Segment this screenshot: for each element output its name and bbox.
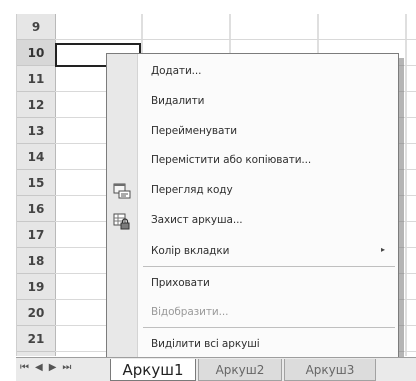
menu-item-label: Видалити: [151, 95, 205, 107]
menu-item-delete[interactable]: Видалити: [107, 90, 398, 114]
row-header-17[interactable]: 17: [17, 222, 55, 248]
menu-item-insert[interactable]: Додати...: [107, 60, 398, 84]
menu-item-tab-color[interactable]: Колір вкладки ▸: [107, 240, 398, 264]
spreadsheet-window: 9 10 11 12 13 14 15 16 17 18 19 20 21 До…: [0, 0, 416, 381]
tab-navigation: ⏮ ◀ ▶ ⏭: [20, 362, 71, 373]
menu-item-label: Перегляд коду: [151, 184, 233, 196]
menu-item-label: Захист аркуша...: [151, 214, 243, 226]
tab-sheet1[interactable]: Аркуш1: [110, 359, 196, 381]
first-sheet-icon[interactable]: ⏮: [20, 362, 29, 373]
row-header-21[interactable]: 21: [17, 326, 55, 352]
menu-item-hide[interactable]: Приховати: [107, 272, 398, 296]
submenu-arrow-icon: ▸: [380, 245, 385, 254]
menu-item-view-code[interactable]: Перегляд коду: [107, 179, 398, 203]
menu-item-protect-sheet[interactable]: Захист аркуша...: [107, 209, 398, 233]
row-header-19[interactable]: 19: [17, 274, 55, 300]
protect-sheet-icon: [113, 213, 130, 230]
row-header-14[interactable]: 14: [17, 144, 55, 170]
menu-item-select-all-sheets[interactable]: Виділити всі аркуші: [107, 333, 398, 357]
row-header-15[interactable]: 15: [17, 170, 55, 196]
last-sheet-icon[interactable]: ⏭: [62, 362, 71, 373]
menu-item-label: Приховати: [151, 277, 210, 289]
row-header-20[interactable]: 20: [17, 300, 55, 326]
next-sheet-icon[interactable]: ▶: [49, 362, 57, 373]
row-header-12[interactable]: 12: [17, 92, 55, 118]
row-header-10[interactable]: 10: [17, 40, 55, 66]
menu-item-label: Виділити всі аркуші: [151, 338, 260, 350]
row-header-column: 9 10 11 12 13 14 15 16 17 18 19 20 21: [16, 14, 56, 356]
row-header-16[interactable]: 16: [17, 196, 55, 222]
menu-item-label: Перемістити або копіювати...: [151, 154, 312, 166]
menu-item-rename[interactable]: Перейменувати: [107, 120, 398, 144]
sheet-tab-bar: ⏮ ◀ ▶ ⏭ Аркуш1 Аркуш2 Аркуш3: [16, 357, 416, 381]
menu-separator: [143, 266, 395, 267]
row-header-11[interactable]: 11: [17, 66, 55, 92]
tab-sheet2[interactable]: Аркуш2: [198, 359, 282, 381]
menu-item-move-or-copy[interactable]: Перемістити або копіювати...: [107, 149, 398, 173]
sheet-tab-context-menu: Додати... Видалити Перейменувати Переміс…: [106, 53, 399, 360]
view-code-icon: [113, 183, 131, 199]
row-header-9[interactable]: 9: [17, 14, 55, 40]
tab-sheet3[interactable]: Аркуш3: [284, 359, 376, 381]
menu-item-label: Відобразити...: [151, 306, 229, 318]
row-header-18[interactable]: 18: [17, 248, 55, 274]
menu-item-label: Колір вкладки: [151, 245, 230, 257]
menu-item-label: Додати...: [151, 65, 202, 77]
menu-item-label: Перейменувати: [151, 125, 238, 137]
menu-item-unhide: Відобразити...: [107, 301, 398, 325]
menu-separator: [143, 327, 395, 328]
row-header-13[interactable]: 13: [17, 118, 55, 144]
previous-sheet-icon[interactable]: ◀: [35, 362, 43, 373]
